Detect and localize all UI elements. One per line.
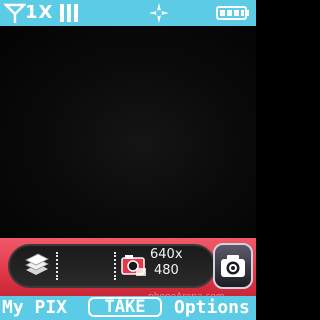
status-bar: 1X — [0, 0, 256, 26]
signal-antenna-icon — [4, 3, 26, 23]
resolution-label[interactable]: 640x 480 — [150, 247, 200, 279]
resolution-height: 480 — [154, 263, 179, 278]
battery-icon — [216, 6, 249, 20]
photo-stack-icon[interactable] — [22, 250, 52, 280]
camera-viewfinder[interactable] — [0, 26, 256, 238]
divider — [114, 252, 118, 280]
softkey-bar: My PIX TAKE Options — [0, 296, 256, 320]
softkey-take[interactable]: TAKE — [88, 297, 162, 317]
capture-button[interactable] — [213, 243, 253, 289]
softkey-my-pix[interactable]: My PIX — [2, 297, 67, 319]
resolution-width: 640x — [150, 247, 183, 262]
resolution-icon[interactable] — [120, 252, 148, 278]
camera-control-bar: 640x 480 — [0, 238, 256, 296]
camera-screen: 1X 640x 480 My PIX TAKE Options — [0, 0, 256, 320]
softkey-options[interactable]: Options — [174, 297, 250, 319]
signal-bars-icon — [60, 4, 80, 22]
network-type-label: 1X — [25, 2, 54, 23]
diamond-roam-icon — [149, 3, 169, 23]
divider — [56, 252, 60, 280]
camera-icon — [221, 255, 245, 277]
